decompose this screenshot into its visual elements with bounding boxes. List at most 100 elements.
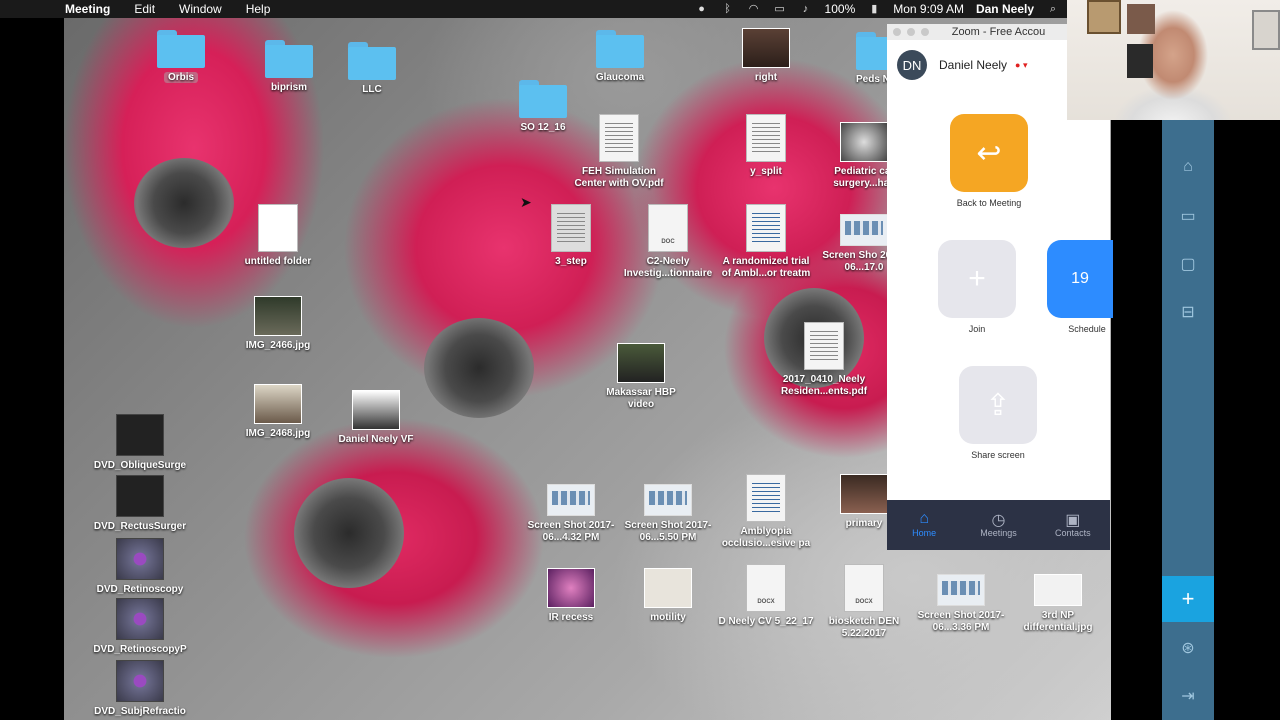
file-c2[interactable]: DOC C2-Neely Investig...tionnaire xyxy=(620,204,716,280)
screenshot-icon xyxy=(840,214,888,246)
mouse-cursor-icon: ➤ xyxy=(520,194,532,210)
pdf-icon xyxy=(746,204,786,252)
airplay-icon[interactable]: ▭ xyxy=(773,3,787,15)
flower-center xyxy=(134,158,234,248)
file-daniel-vf[interactable]: Daniel Neely VF xyxy=(328,390,424,446)
file-screenshot3[interactable]: Screen Shot 2017-06...5.50 PM xyxy=(620,478,716,544)
photo-thumbnail xyxy=(254,384,302,424)
folder-llc[interactable]: LLC xyxy=(324,42,420,96)
logout-icon[interactable]: ⇥ xyxy=(1162,686,1214,706)
image-file-icon xyxy=(746,114,786,162)
minimize-button[interactable] xyxy=(907,28,915,36)
file-3rd-np[interactable]: 3rd NP differential.jpg xyxy=(1010,568,1106,634)
close-button[interactable] xyxy=(893,28,901,36)
document-icon xyxy=(258,204,298,252)
contacts-icon: ▣ xyxy=(1065,512,1081,529)
file-feh[interactable]: FEH Simulation Center with OV.pdf xyxy=(571,114,667,190)
flower-center xyxy=(424,318,534,418)
back-arrow-icon: ↩ xyxy=(950,114,1028,192)
volume-icon[interactable]: ♪ xyxy=(799,3,813,15)
battery-icon[interactable]: ▮ xyxy=(867,3,881,15)
menubar-user[interactable]: Dan Neely xyxy=(976,2,1034,16)
file-img2468[interactable]: IMG_2468.jpg xyxy=(230,384,326,440)
file-cv[interactable]: DOCX D Neely CV 5_22_17 xyxy=(718,564,814,628)
folder-icon[interactable]: ▭ xyxy=(1162,206,1214,226)
tab-home[interactable]: ⌂ Home xyxy=(887,500,961,550)
photo-thumbnail xyxy=(547,568,595,608)
wifi-icon[interactable]: ◠ xyxy=(747,3,761,15)
docx-icon: DOCX xyxy=(746,564,786,612)
pdf-icon xyxy=(746,474,786,522)
dvd-icon xyxy=(116,414,164,456)
file-img2466[interactable]: IMG_2466.jpg xyxy=(230,296,326,352)
add-button[interactable]: + xyxy=(1162,576,1214,622)
settings-icon[interactable]: ⊛ xyxy=(1162,638,1214,658)
spotlight-search-icon[interactable]: ⌕ xyxy=(1046,3,1060,15)
file-screenshot4[interactable]: Screen Shot 2017-06...3.36 PM xyxy=(913,568,1009,634)
file-dvd-retinoscopyp[interactable]: DVD_RetinoscopyP xyxy=(92,598,188,656)
folder-icon xyxy=(348,42,396,80)
file-irrecess[interactable]: IR recess xyxy=(523,568,619,624)
menu-edit[interactable]: Edit xyxy=(122,2,167,16)
menu-meeting[interactable]: Meeting xyxy=(0,2,122,16)
tab-meetings[interactable]: ◷ Meetings xyxy=(961,500,1035,550)
pdf-icon xyxy=(804,322,844,370)
zoom-button[interactable] xyxy=(921,28,929,36)
home-icon: ⌂ xyxy=(919,510,929,527)
join-button[interactable]: + Join xyxy=(887,240,1067,334)
video-thumbnail xyxy=(617,343,665,383)
tab-contacts[interactable]: ▣ Contacts xyxy=(1036,500,1110,550)
file-3step[interactable]: 3_step xyxy=(523,204,619,268)
back-to-meeting-button[interactable]: ↩ Back to Meeting xyxy=(909,114,1069,208)
menu-window[interactable]: Window xyxy=(167,2,234,16)
home-icon[interactable]: ⌂ xyxy=(1162,158,1214,176)
calendar-icon: 19 xyxy=(1047,240,1113,318)
right-sidebar: ⌂ ▭ ▢ ⊟ ⊛ ⇥ xyxy=(1162,120,1214,720)
file-motility[interactable]: motility xyxy=(620,568,716,624)
photo-thumbnail xyxy=(742,28,790,68)
file-screenshot2[interactable]: Screen Shot 2017-06...4.32 PM xyxy=(523,478,619,544)
share-screen-button[interactable]: ⇪ Share screen xyxy=(853,366,1143,460)
wall-plaque xyxy=(1127,44,1153,78)
share-arrow-icon: ⇪ xyxy=(959,366,1037,444)
menubar-clock[interactable]: Mon 9:09 AM xyxy=(893,2,964,16)
folder-untitled[interactable]: untitled folder xyxy=(230,204,326,268)
screenshot-icon xyxy=(644,484,692,516)
zoom-bottom-nav: ⌂ Home ◷ Meetings ▣ Contacts xyxy=(887,500,1110,550)
menu-help[interactable]: Help xyxy=(234,2,283,16)
dvd-icon xyxy=(116,660,164,702)
battery-percent: 100% xyxy=(824,2,856,16)
chat-icon[interactable]: ▢ xyxy=(1162,254,1214,274)
folder-icon xyxy=(519,80,567,118)
bluetooth-icon[interactable]: ᛒ xyxy=(721,3,735,15)
photo-thumbnail xyxy=(352,390,400,430)
book-icon[interactable]: ⊟ xyxy=(1162,302,1214,322)
window-title: Zoom - Free Accou xyxy=(951,26,1046,38)
schedule-button[interactable]: 19 Schedule xyxy=(1047,240,1127,334)
clock-icon: ◷ xyxy=(991,512,1006,529)
file-right[interactable]: right xyxy=(718,28,814,84)
avatar[interactable]: DN xyxy=(897,50,927,80)
status-dropdown-icon[interactable]: ● ▾ xyxy=(1015,60,1027,71)
dvd-icon xyxy=(116,538,164,580)
photo-thumbnail xyxy=(840,474,888,514)
file-makassar[interactable]: Makassar HBP video xyxy=(593,343,689,411)
file-dvd-oblique[interactable]: DVD_ObliqueSurge xyxy=(92,414,188,472)
folder-biprism[interactable]: biprism xyxy=(241,40,337,94)
file-dvd-subjrefraction[interactable]: DVD_SubjRefractio xyxy=(92,660,188,718)
file-biosketch[interactable]: DOCX biosketch DEN 5.22.2017 xyxy=(816,564,912,640)
record-icon[interactable]: ● xyxy=(695,3,709,15)
photo-thumbnail xyxy=(644,568,692,608)
user-name: Daniel Neely xyxy=(939,58,1008,72)
video-thumbnail xyxy=(840,122,888,162)
file-ysplit[interactable]: y_split xyxy=(718,114,814,178)
file-dvd-retinoscopy[interactable]: DVD_Retinoscopy xyxy=(92,538,188,596)
flower-center xyxy=(294,478,404,588)
wall-frame xyxy=(1087,0,1121,34)
file-amblyopia[interactable]: Amblyopia occlusio...esive pa xyxy=(718,474,814,550)
file-randomized[interactable]: A randomized trial of Ambl...or treatm xyxy=(718,204,814,280)
file-dvd-rectus[interactable]: DVD_RectusSurger xyxy=(92,475,188,533)
folder-glaucoma[interactable]: Glaucoma xyxy=(572,30,668,84)
folder-orbis[interactable]: Orbis xyxy=(133,30,229,84)
folder-icon xyxy=(265,40,313,78)
